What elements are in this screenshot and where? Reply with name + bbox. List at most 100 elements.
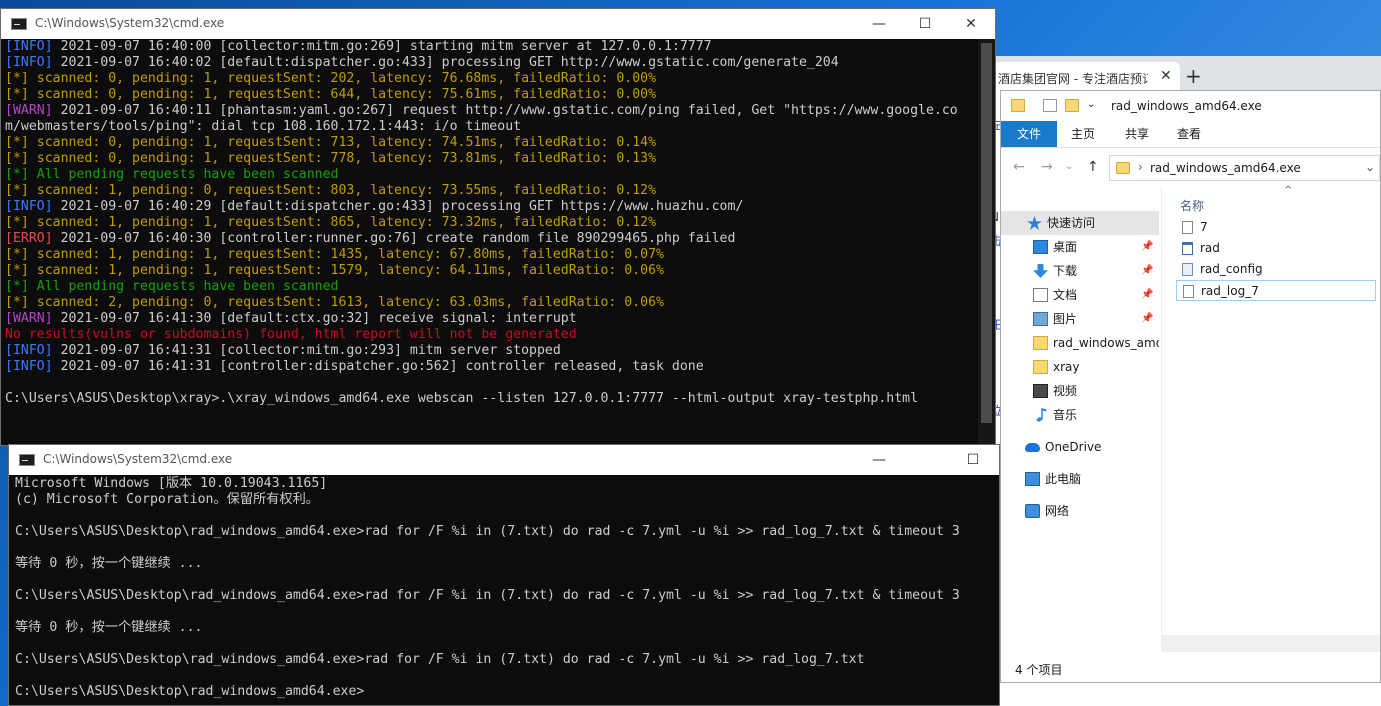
console-line: [*] All pending requests have been scann…	[5, 279, 977, 295]
close-icon[interactable]: ✕	[1160, 68, 1172, 84]
cmd-titlebar[interactable]: C:\Windows\System32\cmd.exe — ☐ ✕	[1, 9, 995, 39]
console-line: C:\Users\ASUS\Desktop\rad_windows_amd64.…	[15, 524, 960, 539]
nav-item[interactable]: OneDrive	[1001, 435, 1159, 459]
console-line: [*] scanned: 0, pending: 1, requestSent:…	[5, 135, 977, 151]
console-text: 2021-09-07 16:41:30 [default:ctx.go:32] …	[52, 311, 577, 326]
text-file-icon	[1182, 221, 1193, 234]
browser-tab-title: 酒店集团官网 - 专注酒店预订	[998, 72, 1148, 86]
console-text: [*] scanned: 2, pending: 0, requestSent:…	[5, 295, 664, 310]
file-name: 7	[1200, 220, 1208, 234]
nav-item[interactable]: 网络	[1001, 499, 1159, 523]
console-text: C:\Users\ASUS\Desktop\xray>.\xray_window…	[5, 391, 919, 406]
file-item[interactable]: rad_log_7	[1176, 280, 1376, 301]
cmd-titlebar[interactable]: C:\Windows\System32\cmd.exe — ☐	[9, 445, 999, 475]
terminal-icon	[11, 18, 27, 30]
nav-item-label: xray	[1053, 360, 1080, 374]
console-line: C:\Users\ASUS\Desktop\rad_windows_amd64.…	[15, 652, 865, 667]
console-output[interactable]: [INFO] 2021-09-07 16:40:00 [collector:mi…	[1, 39, 977, 445]
nav-item[interactable]: 文档 📌	[1001, 283, 1159, 307]
minimize-button[interactable]: —	[859, 13, 899, 35]
nav-item[interactable]: xray	[1001, 355, 1159, 379]
console-line: [*] scanned: 0, pending: 1, requestSent:…	[5, 151, 977, 167]
console-line: [*] scanned: 1, pending: 0, requestSent:…	[5, 183, 977, 199]
console-line: [INFO] 2021-09-07 16:41:31 [collector:mi…	[5, 343, 977, 359]
scrollbar-thumb[interactable]	[981, 43, 992, 423]
console-text: [ERRO]	[5, 231, 53, 246]
console-line: C:\Users\ASUS\Desktop\rad_windows_amd64.…	[15, 684, 365, 699]
console-text: No results(vulns or subdomains) found, h…	[5, 327, 577, 342]
pin-icon: 📌	[1141, 265, 1154, 276]
cmd-window-rad[interactable]: C:\Windows\System32\cmd.exe — ☐ Microsof…	[8, 444, 1000, 706]
cmd-window-xray[interactable]: C:\Windows\System32\cmd.exe — ☐ ✕ [INFO]…	[0, 8, 996, 446]
up-arrow-icon[interactable]: ↑	[1087, 159, 1099, 175]
console-text: [INFO]	[5, 359, 53, 374]
folder-icon	[1033, 336, 1048, 350]
console-text: [*] scanned: 1, pending: 1, requestSent:…	[5, 263, 664, 278]
nav-item-label: rad_windows_amd	[1053, 336, 1159, 350]
folder-icon	[1033, 360, 1048, 374]
console-line: (c) Microsoft Corporation。保留所有权利。	[15, 492, 319, 507]
tab-view[interactable]: 查看	[1167, 121, 1211, 147]
console-text: [INFO]	[5, 39, 53, 54]
tab-file[interactable]: 文件	[1001, 121, 1057, 147]
folder-icon	[1116, 162, 1130, 174]
nav-item[interactable]: rad_windows_amd	[1001, 331, 1159, 355]
horizontal-scrollbar[interactable]	[1161, 635, 1380, 652]
column-header-name[interactable]: 名称 ^	[1180, 185, 1292, 214]
tab-home[interactable]: 主页	[1061, 121, 1105, 147]
console-text: [*] scanned: 1, pending: 0, requestSent:…	[5, 183, 657, 198]
nav-item[interactable]: 音乐	[1001, 403, 1159, 427]
nav-item-label: 快速访问	[1047, 216, 1096, 230]
console-line: 等待 0 秒，按一个键继续 ...	[15, 620, 203, 635]
address-field[interactable]: › rad_windows_amd64.exe ⌄	[1109, 155, 1380, 181]
file-item[interactable]: rad	[1176, 238, 1376, 259]
properties-icon[interactable]	[1043, 99, 1057, 112]
file-explorer-window[interactable]: ⌄ rad_windows_amd64.exe 文件 主页 共享 查看 ← → …	[1000, 90, 1381, 683]
forward-arrow-icon[interactable]: →	[1041, 159, 1053, 175]
console-line: 等待 0 秒，按一个键继续 ...	[15, 556, 203, 571]
status-bar: 4 个项目	[1001, 654, 1380, 682]
console-line: [*] All pending requests have been scann…	[5, 167, 977, 183]
console-text: [*] scanned: 1, pending: 1, requestSent:…	[5, 247, 664, 262]
nav-item[interactable]: 快速访问	[1001, 211, 1159, 235]
chevron-down-icon[interactable]: ⌄	[1365, 160, 1375, 174]
tab-share[interactable]: 共享	[1115, 121, 1159, 147]
close-button[interactable]: ✕	[951, 13, 991, 35]
file-item[interactable]: 7	[1176, 217, 1376, 238]
app-file-icon	[1182, 242, 1193, 255]
console-text: 2021-09-07 16:40:00 [collector:mitm.go:2…	[52, 39, 712, 54]
maximize-button[interactable]: ☐	[905, 13, 945, 35]
console-line: C:\Users\ASUS\Desktop\rad_windows_amd64.…	[15, 588, 960, 603]
file-name: rad_config	[1200, 262, 1263, 276]
video-icon	[1033, 384, 1048, 398]
console-text: [*] All pending requests have been scann…	[5, 167, 339, 182]
nav-item[interactable]: 视频	[1001, 379, 1159, 403]
ribbon-tabs: 文件 主页 共享 查看	[1001, 121, 1380, 148]
scrollbar[interactable]	[978, 39, 995, 445]
new-folder-icon[interactable]	[1065, 99, 1079, 112]
nav-item[interactable]: 此电脑	[1001, 467, 1159, 491]
chevron-down-icon[interactable]: ⌄	[1065, 161, 1073, 172]
nav-item[interactable]: 下载 📌	[1001, 259, 1159, 283]
console-line: C:\Users\ASUS\Desktop\xray>.\xray_window…	[5, 391, 977, 407]
maximize-button[interactable]: ☐	[953, 449, 993, 471]
back-arrow-icon[interactable]: ←	[1013, 159, 1025, 175]
desktop-icon	[1033, 240, 1048, 254]
file-item[interactable]: rad_config	[1176, 259, 1376, 280]
nav-item[interactable]: 图片 📌	[1001, 307, 1159, 331]
nav-item-label: 音乐	[1053, 408, 1078, 422]
console-output[interactable]: Microsoft Windows [版本 10.0.19043.1165] (c…	[9, 475, 999, 705]
item-count: 4 个项目	[1015, 663, 1063, 677]
new-tab-button[interactable]: +	[1185, 64, 1202, 88]
minimize-button[interactable]: —	[859, 449, 899, 471]
console-line: [INFO] 2021-09-07 16:40:02 [default:disp…	[5, 55, 977, 71]
computer-icon	[1025, 472, 1040, 486]
chevron-down-icon[interactable]: ⌄	[1087, 99, 1095, 110]
nav-item[interactable]: 桌面 📌	[1001, 235, 1159, 259]
